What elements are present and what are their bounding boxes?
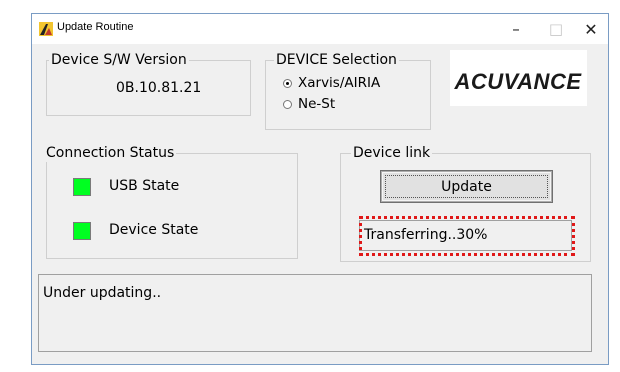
radio-label-ne-st: Ne-St (298, 96, 336, 112)
usb-state-indicator (73, 178, 91, 196)
status-message-text: Under updating.. (43, 285, 162, 301)
acuvance-logo-image: ACUVANCE (453, 69, 582, 94)
status-message-box: Under updating.. (38, 274, 592, 352)
close-button[interactable]: ✕ (577, 18, 605, 40)
radio-button-unchecked[interactable] (283, 99, 292, 109)
transfer-progress-field: Transferring..30% (359, 220, 572, 251)
sw-version-label: Device S/W Version (49, 51, 189, 69)
logo-text: ACUVANCE (453, 69, 582, 94)
sw-version-value: 0B.10.81.21 (116, 80, 202, 96)
usb-state-label: USB State (109, 178, 180, 194)
update-button[interactable]: Update (381, 171, 552, 202)
update-routine-window: Update Routine – □ ✕ Device S/W Version … (31, 13, 609, 365)
radio-label-xarvis: Xarvis/AIRIA (298, 75, 381, 91)
connection-status-group: Connection Status USB State Device State (44, 144, 298, 259)
maximize-button[interactable]: □ (542, 18, 570, 40)
device-state-indicator (73, 222, 91, 240)
device-selection-group: DEVICE Selection Xarvis/AIRIA Ne-St (265, 51, 431, 130)
sw-version-group: Device S/W Version 0B.10.81.21 (46, 51, 251, 116)
radio-button-checked[interactable] (283, 78, 292, 88)
window-title: Update Routine (57, 21, 134, 33)
title-bar[interactable]: Update Routine – □ ✕ (32, 14, 608, 44)
device-selection-label: DEVICE Selection (274, 51, 399, 69)
minimize-button[interactable]: – (502, 18, 530, 40)
radio-xarvis-airia[interactable]: Xarvis/AIRIA (283, 75, 380, 91)
acuvance-logo: ACUVANCE (450, 50, 587, 106)
transfer-progress-text: Transferring..30% (364, 227, 488, 243)
update-button-label: Update (441, 178, 492, 195)
radio-ne-st[interactable]: Ne-St (283, 96, 335, 112)
app-logo-icon (39, 22, 53, 36)
device-state-label: Device State (109, 222, 199, 238)
connection-status-label: Connection Status (44, 144, 177, 162)
device-link-label: Device link (351, 144, 433, 162)
